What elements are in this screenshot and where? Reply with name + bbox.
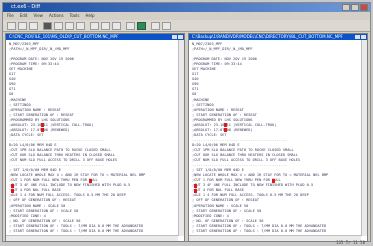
- left-pane-controls: [172, 35, 183, 39]
- right-pane-minimize-button[interactable]: [355, 35, 360, 39]
- diff-marker: [41, 128, 44, 133]
- window-title: ct.ex6 - Diff: [11, 4, 41, 10]
- swap-icon[interactable]: [112, 22, 121, 30]
- diff-marker: [41, 123, 44, 128]
- right-pane-close-button[interactable]: [361, 35, 366, 39]
- diff-marker: [194, 183, 197, 188]
- diff-marker: [89, 178, 92, 183]
- right-pane-controls: [355, 35, 366, 39]
- diff-marker: [194, 188, 197, 193]
- left-vertical-scrollbar[interactable]: [178, 40, 184, 236]
- next-diff-icon[interactable]: [54, 22, 63, 30]
- menu-actions[interactable]: Actions: [49, 12, 64, 20]
- right-code-view[interactable]: N_M07/2303_MPF ;PATH=/_N_MPF_DIR/_N_/MO_M…: [192, 42, 360, 236]
- rules-icon[interactable]: [162, 22, 171, 30]
- right-vertical-scrollbar[interactable]: [361, 40, 367, 236]
- status-bar: 135 Tr 11 58: [2, 240, 371, 246]
- minimize-button[interactable]: [342, 4, 350, 11]
- diff-window: ct.ex6 - Diff File Edit View Actions Too…: [2, 2, 371, 242]
- right-file-path: C:\Backup\1\RAND\VDR\MODEL\CNC\DIRECTORY…: [192, 34, 343, 39]
- right-pane-header: C:\Backup\1\RAND\VDR\MODEL\CNC\DIRECTORY…: [189, 34, 367, 40]
- diff-marker: [224, 123, 227, 128]
- diff-marker: [11, 183, 14, 188]
- close-button[interactable]: [360, 4, 368, 11]
- diff-marker: [11, 188, 14, 193]
- left-pane-close-button[interactable]: [178, 35, 183, 39]
- toolbar: [3, 20, 370, 32]
- title-bar[interactable]: ct.ex6 - Diff: [3, 3, 370, 12]
- save-icon[interactable]: [18, 22, 27, 30]
- diff-marker: [272, 178, 275, 183]
- left-file-pane[interactable]: C:\CNC_RO\FILE_101\MS_OLD\P_CUT_BOTTOM.N…: [5, 33, 185, 242]
- left-pane-minimize-button[interactable]: [172, 35, 177, 39]
- copy-right-icon[interactable]: [101, 22, 110, 30]
- menu-bar: File Edit View Actions Tools Help: [3, 12, 370, 20]
- options-icon[interactable]: [126, 22, 135, 30]
- left-pane-header: C:\CNC_RO\FILE_101\MS_OLD\P_CUT_BOTTOM.N…: [6, 34, 184, 40]
- refresh-icon[interactable]: [29, 22, 38, 30]
- menu-help[interactable]: Help: [85, 12, 94, 20]
- maximize-button[interactable]: [351, 4, 359, 11]
- status-text: 135 Tr 11 58: [336, 240, 365, 245]
- merge-icon[interactable]: [137, 22, 146, 30]
- menu-edit[interactable]: Edit: [20, 12, 28, 20]
- code-line: ; START GENERATION OF : TOOLS : 7/MM DIA…: [192, 228, 327, 233]
- menu-tools[interactable]: Tools: [70, 12, 80, 20]
- open-icon[interactable]: [7, 22, 16, 30]
- window-controls: [342, 4, 368, 11]
- diff-marker: [224, 128, 227, 133]
- code-line: ; START GENERATION OF : TOOLS : 7/MM DIA…: [9, 228, 144, 233]
- filter-icon[interactable]: [151, 22, 160, 30]
- copy-left-icon[interactable]: [90, 22, 99, 30]
- first-diff-icon[interactable]: [65, 22, 74, 30]
- menu-view[interactable]: View: [33, 12, 43, 20]
- menu-file[interactable]: File: [7, 12, 14, 20]
- left-file-path: C:\CNC_RO\FILE_101\MS_OLD\P_CUT_BOTTOM.N…: [9, 34, 119, 39]
- right-file-pane[interactable]: C:\Backup\1\RAND\VDR\MODEL\CNC\DIRECTORY…: [188, 33, 368, 242]
- last-diff-icon[interactable]: [76, 22, 85, 30]
- left-code-view[interactable]: N_M07/2303_MPF ;PATH=/_N_MPF_DIR/_N_/MO_M…: [9, 42, 177, 236]
- prev-diff-icon[interactable]: [43, 22, 52, 30]
